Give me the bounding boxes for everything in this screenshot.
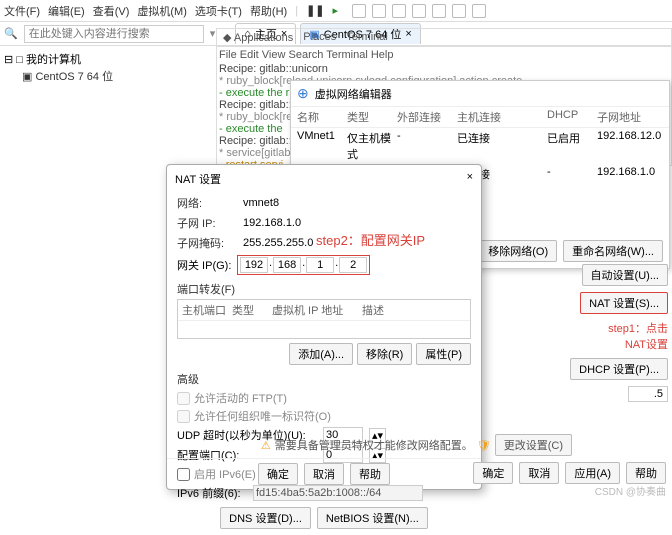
dropdown-icon[interactable]: ▾ <box>210 27 216 40</box>
gnome-bar: ◆ Applications Places Terminal <box>216 28 672 46</box>
toolbar-icon-3[interactable] <box>392 4 406 18</box>
ip-octet-1[interactable] <box>240 257 268 273</box>
tree-root[interactable]: ⊟ □ 我的计算机 <box>4 50 196 68</box>
portfwd-label: 端口转发(F) <box>167 277 481 297</box>
admin-info: ⚠ 需要具备管理员特权才能修改网络配置。 🛡 更改设置(C) <box>261 434 572 456</box>
gateway-label: 网关 IP(G): <box>177 257 237 273</box>
ip-octet-4[interactable] <box>339 257 367 273</box>
vnet-table-header: 名称类型外部连接主机连接DHCP子网地址 <box>291 107 669 128</box>
change-settings-button[interactable]: 更改设置(C) <box>495 434 572 456</box>
dns-settings-button[interactable]: DNS 设置(D)... <box>220 507 311 529</box>
allow-ftp-checkbox[interactable]: 允许活动的 FTP(T) <box>177 389 471 407</box>
value-box[interactable]: .5 <box>628 386 668 402</box>
nat-title-label: NAT 设置 <box>175 171 221 187</box>
portfwd-remove-button[interactable]: 移除(R) <box>357 343 412 365</box>
toolbar-icon-2[interactable] <box>372 4 386 18</box>
watermark: CSDN @协奏曲 <box>595 483 666 498</box>
menu-edit[interactable]: 编辑(E) <box>48 3 85 19</box>
close-icon[interactable]: × <box>467 171 473 187</box>
pause-icon[interactable]: ❚❚ <box>306 4 324 17</box>
terminal-menu[interactable]: File Edit View Search Terminal Help <box>219 49 669 61</box>
toolbar-icon-6[interactable] <box>452 4 466 18</box>
table-row[interactable]: VMnet1仅主机模式-已连接已启用192.168.12.0 <box>291 128 669 164</box>
menu-help[interactable]: 帮助(H) <box>250 3 287 19</box>
anno-step2: step2：配置网关IP <box>316 230 425 249</box>
subnet-value: 192.168.1.0 <box>243 217 301 229</box>
tree-child[interactable]: ▣ CentOS 7 64 位 <box>22 68 196 84</box>
help-button[interactable]: 帮助 <box>626 462 666 484</box>
gateway-ip-input[interactable]: . . . <box>237 255 370 275</box>
allow-any-checkbox[interactable]: 允许任何组织唯一标识符(O) <box>177 407 471 425</box>
main-menubar: 文件(F) 编辑(E) 查看(V) 虚拟机(M) 选项卡(T) 帮助(H) | … <box>0 0 672 22</box>
shield-icon: 🛡 <box>477 439 491 452</box>
menu-view[interactable]: 查看(V) <box>93 3 130 19</box>
terminal-menu[interactable]: Terminal <box>346 31 388 43</box>
rename-network-button[interactable]: 重命名网络(W)... <box>563 240 663 262</box>
ip-octet-3[interactable] <box>306 257 334 273</box>
ok-button[interactable]: 确定 <box>473 462 513 484</box>
toolbar-icon-5[interactable] <box>432 4 446 18</box>
play-icon[interactable]: ▸ <box>333 4 339 17</box>
auto-settings-button[interactable]: 自动设置(U)... <box>582 264 668 286</box>
places-menu[interactable]: Places <box>303 31 336 43</box>
anno-step1: step1：点击NAT设置 <box>608 320 668 352</box>
search-icon[interactable]: 🔍 <box>4 27 18 40</box>
cancel-button[interactable]: 取消 <box>304 463 344 485</box>
subnet-label: 子网 IP: <box>177 215 237 231</box>
vnet-footer: 确定 取消 应用(A) 帮助 <box>473 462 666 484</box>
menu-tabs[interactable]: 选项卡(T) <box>195 3 242 19</box>
toolbar-icon-4[interactable] <box>412 4 426 18</box>
help-button[interactable]: 帮助 <box>350 463 390 485</box>
dhcp-settings-button[interactable]: DHCP 设置(P)... <box>570 358 668 380</box>
side-panel: 自动设置(U)... NAT 设置(S)... step1：点击NAT设置 DH… <box>570 264 668 402</box>
network-value: vmnet8 <box>243 197 279 209</box>
nat-settings-button[interactable]: NAT 设置(S)... <box>580 292 668 314</box>
advanced-label: 高级 <box>167 367 481 387</box>
mask-label: 子网掩码: <box>177 235 237 251</box>
port-forward-table[interactable]: 主机端口类型虚拟机 IP 地址描述 <box>177 299 471 339</box>
vm-tree: ⊟ □ 我的计算机 ▣ CentOS 7 64 位 <box>0 46 200 88</box>
mask-value: 255.255.255.0 <box>243 237 313 249</box>
search-input[interactable] <box>24 25 204 43</box>
menu-vm[interactable]: 虚拟机(M) <box>137 3 187 19</box>
ip-octet-2[interactable] <box>273 257 301 273</box>
apps-menu[interactable]: ◆ Applications <box>223 31 293 44</box>
portfwd-prop-button[interactable]: 属性(P) <box>416 343 471 365</box>
toolbar-icon-7[interactable] <box>472 4 486 18</box>
ok-button[interactable]: 确定 <box>258 463 298 485</box>
vnet-icon: ⊕ <box>297 85 309 102</box>
cancel-button[interactable]: 取消 <box>519 462 559 484</box>
netbios-settings-button[interactable]: NetBIOS 设置(N)... <box>317 507 428 529</box>
apply-button[interactable]: 应用(A) <box>565 462 620 484</box>
network-label: 网络: <box>177 195 237 211</box>
shield-icon: ⚠ <box>261 439 271 452</box>
portfwd-add-button[interactable]: 添加(A)... <box>289 343 353 365</box>
toolbar-icon-1[interactable] <box>352 4 366 18</box>
menu-file[interactable]: 文件(F) <box>4 3 40 19</box>
remove-network-button[interactable]: 移除网络(O) <box>479 240 557 262</box>
vnet-title-label: 虚拟网络编辑器 <box>315 86 392 102</box>
